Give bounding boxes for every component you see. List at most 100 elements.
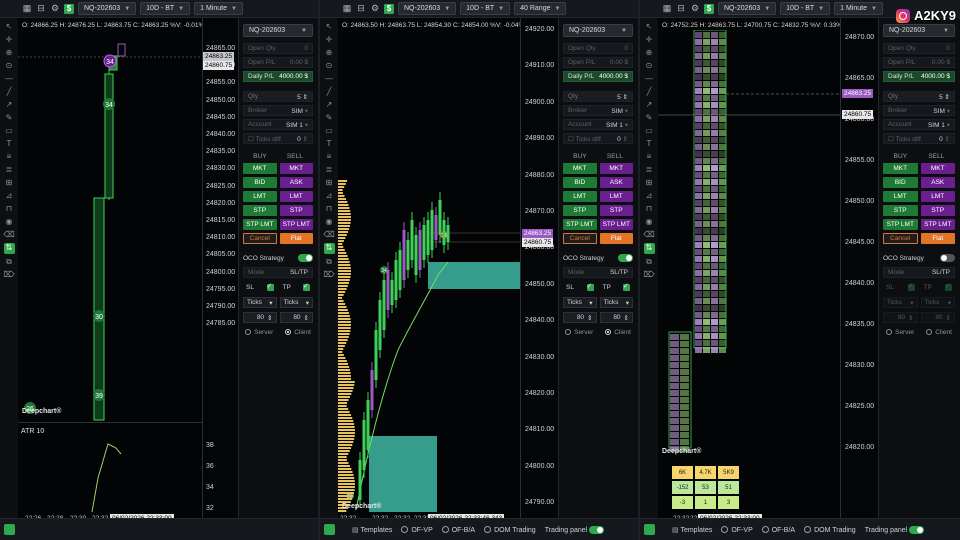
broker-select[interactable]: Broker SIM ▾ [563, 105, 633, 116]
link-icon[interactable]: ⊟ [36, 3, 46, 14]
buy-stp-button[interactable]: STP [563, 205, 597, 216]
symbol-select[interactable]: NQ-202603 ▼ [718, 2, 777, 15]
buy-stp-button[interactable]: STP [883, 205, 918, 216]
measure-icon[interactable]: ⊞ [646, 178, 653, 188]
sl-checkbox[interactable]: SL [563, 282, 597, 293]
ofba-toggle[interactable]: OF-B/A [761, 525, 795, 534]
ofvp-toggle[interactable]: OF-VP [401, 525, 433, 534]
trendline-icon[interactable]: ╱ [327, 87, 332, 97]
sell-ask-button[interactable]: ASK [599, 177, 633, 188]
ticks-diff-field[interactable]: ☐ Ticks diff. 0 ⇕ [563, 133, 633, 144]
trendline-icon[interactable]: ╱ [7, 87, 12, 97]
sell-lmt-button[interactable]: LMT [920, 191, 955, 202]
zoom-icon[interactable]: ⊕ [6, 48, 13, 58]
list-icon[interactable]: ≡ [327, 152, 332, 162]
range-chart[interactable]: 34 34 29 [338, 30, 520, 512]
oco-strategy-row[interactable]: OCO Strategy [243, 254, 313, 262]
layout-icon[interactable]: ▦ [22, 3, 32, 14]
tp-units-select[interactable]: Ticks ▾ [279, 297, 313, 308]
rect-icon[interactable]: ▭ [325, 126, 333, 136]
rect-icon[interactable]: ▭ [5, 126, 13, 136]
trash-icon[interactable]: ⌫ [323, 230, 334, 240]
eye-icon[interactable]: ◉ [646, 217, 653, 227]
ray-icon[interactable]: ↗ [326, 100, 333, 110]
hline-icon[interactable]: — [645, 74, 653, 84]
pen-icon[interactable]: ✎ [646, 113, 653, 123]
sell-mkt-button[interactable]: MKT [279, 163, 313, 174]
sl-checkbox[interactable]: SL [243, 282, 277, 293]
server-radio[interactable]: Server [565, 329, 593, 336]
measure-icon[interactable]: ⊞ [326, 178, 333, 188]
mode-select[interactable]: Mode SL/TP [563, 267, 633, 278]
period-select[interactable]: 10D - BT ▼ [140, 2, 191, 15]
ruler-icon[interactable]: ⊿ [6, 191, 13, 201]
link-icon[interactable]: ⊟ [676, 3, 686, 14]
tp-checkbox[interactable]: TP [921, 282, 956, 293]
sl-units-select[interactable]: Ticks ▾ [883, 297, 918, 308]
sl-value-input[interactable]: 80 ⇕ [563, 312, 597, 323]
qty-input[interactable]: Qty 5 ⇕ [243, 91, 313, 102]
tp-checkbox[interactable]: TP [600, 282, 634, 293]
sl-value-input[interactable]: 80 ⇕ [243, 312, 277, 323]
account-field[interactable]: Account SIM 1 ▾ [883, 119, 955, 130]
list-icon[interactable]: ≡ [7, 152, 12, 162]
fib-icon[interactable]: ≣ [6, 165, 13, 175]
tp-units-select[interactable]: Ticks ▾ [920, 297, 955, 308]
ofba-toggle[interactable]: OF-B/A [441, 525, 475, 534]
copy-icon[interactable]: ⧉ [326, 257, 332, 267]
dollar-icon[interactable]: $ [64, 3, 74, 14]
account-select[interactable]: NQ-202603 ▼ [243, 24, 313, 37]
sell-stp-lmt-button[interactable]: STP LMT [279, 219, 313, 230]
buy-mkt-button[interactable]: MKT [243, 163, 277, 174]
tp-value-input[interactable]: 80 ⇕ [920, 312, 955, 323]
buy-mkt-button[interactable]: MKT [883, 163, 918, 174]
oco-toggle[interactable] [618, 254, 633, 262]
ray-icon[interactable]: ↗ [646, 100, 653, 110]
mode-select[interactable]: Mode SL/TP [883, 267, 955, 278]
measure-icon[interactable]: ⊞ [6, 178, 13, 188]
client-radio[interactable]: Client [605, 329, 631, 336]
trading-status-icon[interactable] [4, 524, 15, 535]
trading-status-icon[interactable] [324, 524, 335, 535]
client-radio[interactable]: Client [285, 329, 311, 336]
sl-value-input[interactable]: 80 ⇕ [883, 312, 918, 323]
dollar-icon[interactable]: $ [384, 3, 394, 14]
tp-value-input[interactable]: 80 ⇕ [599, 312, 633, 323]
trading-status-icon[interactable] [644, 524, 655, 535]
dollar-icon[interactable]: $ [704, 3, 714, 14]
trading-mode-icon[interactable]: ⇅ [3, 243, 15, 254]
sell-stp-button[interactable]: STP [279, 205, 313, 216]
cancel-button[interactable]: Cancel [243, 233, 277, 244]
broker-select[interactable]: Broker SIM ▾ [883, 105, 955, 116]
eye-icon[interactable]: ◉ [6, 217, 13, 227]
timeframe-select[interactable]: 1 Minute ▼ [194, 2, 243, 15]
sell-stp-button[interactable]: STP [920, 205, 955, 216]
ruler-icon[interactable]: ⊿ [646, 191, 653, 201]
ticks-diff-field[interactable]: ☐ Ticks diff. 0 ⇕ [883, 133, 955, 144]
settings-icon[interactable]: ⚙ [690, 3, 700, 14]
tp-checkbox[interactable]: TP [280, 282, 314, 293]
flat-button[interactable]: Flat [920, 233, 955, 244]
period-select[interactable]: 10D - BT ▼ [460, 2, 511, 15]
templates-button[interactable]: ▤ Templates [672, 526, 712, 534]
symbol-select[interactable]: NQ-202603 ▼ [78, 2, 137, 15]
mode-select[interactable]: Mode SL/TP [243, 267, 313, 278]
oco-toggle[interactable] [298, 254, 313, 262]
buy-mkt-button[interactable]: MKT [563, 163, 597, 174]
buy-bid-button[interactable]: BID [883, 177, 918, 188]
account-select[interactable]: NQ-202603 ▼ [883, 24, 955, 37]
erase-icon[interactable]: ⌦ [643, 270, 654, 280]
server-radio[interactable]: Server [886, 329, 914, 336]
copy-icon[interactable]: ⧉ [646, 257, 652, 267]
broker-select[interactable]: Broker SIM ▾ [243, 105, 313, 116]
buy-stp-lmt-button[interactable]: STP LMT [243, 219, 277, 230]
client-radio[interactable]: Client [926, 329, 952, 336]
trash-icon[interactable]: ⌫ [643, 230, 654, 240]
eye-icon[interactable]: ◉ [326, 217, 333, 227]
sell-stp-lmt-button[interactable]: STP LMT [920, 219, 955, 230]
oco-strategy-row[interactable]: OCO Strategy [563, 254, 633, 262]
footprint-chart[interactable] [658, 30, 840, 460]
layout-icon[interactable]: ▦ [662, 3, 672, 14]
flat-button[interactable]: Flat [279, 233, 313, 244]
cursor-icon[interactable]: ↖ [326, 22, 333, 32]
